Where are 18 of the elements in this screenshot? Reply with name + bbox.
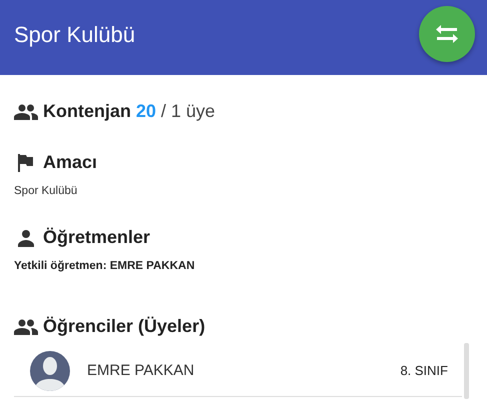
- avatar-icon: [30, 350, 70, 390]
- section-text: Spor Kulübü: [14, 185, 78, 197]
- student-row[interactable]: EMRE PAKKAN 8. SINIF: [14, 345, 462, 397]
- quota-capacity: 20: [136, 101, 156, 122]
- people-icon: [14, 104, 38, 120]
- swap-arrows-icon: [435, 24, 459, 44]
- member-count: / 1 üye: [161, 101, 216, 122]
- section-title: Öğrenciler (Üyeler): [43, 316, 206, 337]
- people-icon: [14, 318, 38, 334]
- scrollbar[interactable]: [464, 343, 469, 399]
- app-title: Spor Kulübü: [14, 22, 136, 48]
- student-grade: 8. SINIF: [400, 363, 448, 378]
- section-title: Öğretmenler: [43, 227, 150, 248]
- section-text: Yetkili öğretmen: EMRE PAKKAN: [14, 260, 196, 272]
- quota-label: Kontenjan: [43, 101, 131, 122]
- student-name: EMRE PAKKAN: [87, 362, 196, 379]
- swap-button[interactable]: [419, 6, 475, 62]
- section-title: Amacı: [43, 152, 98, 173]
